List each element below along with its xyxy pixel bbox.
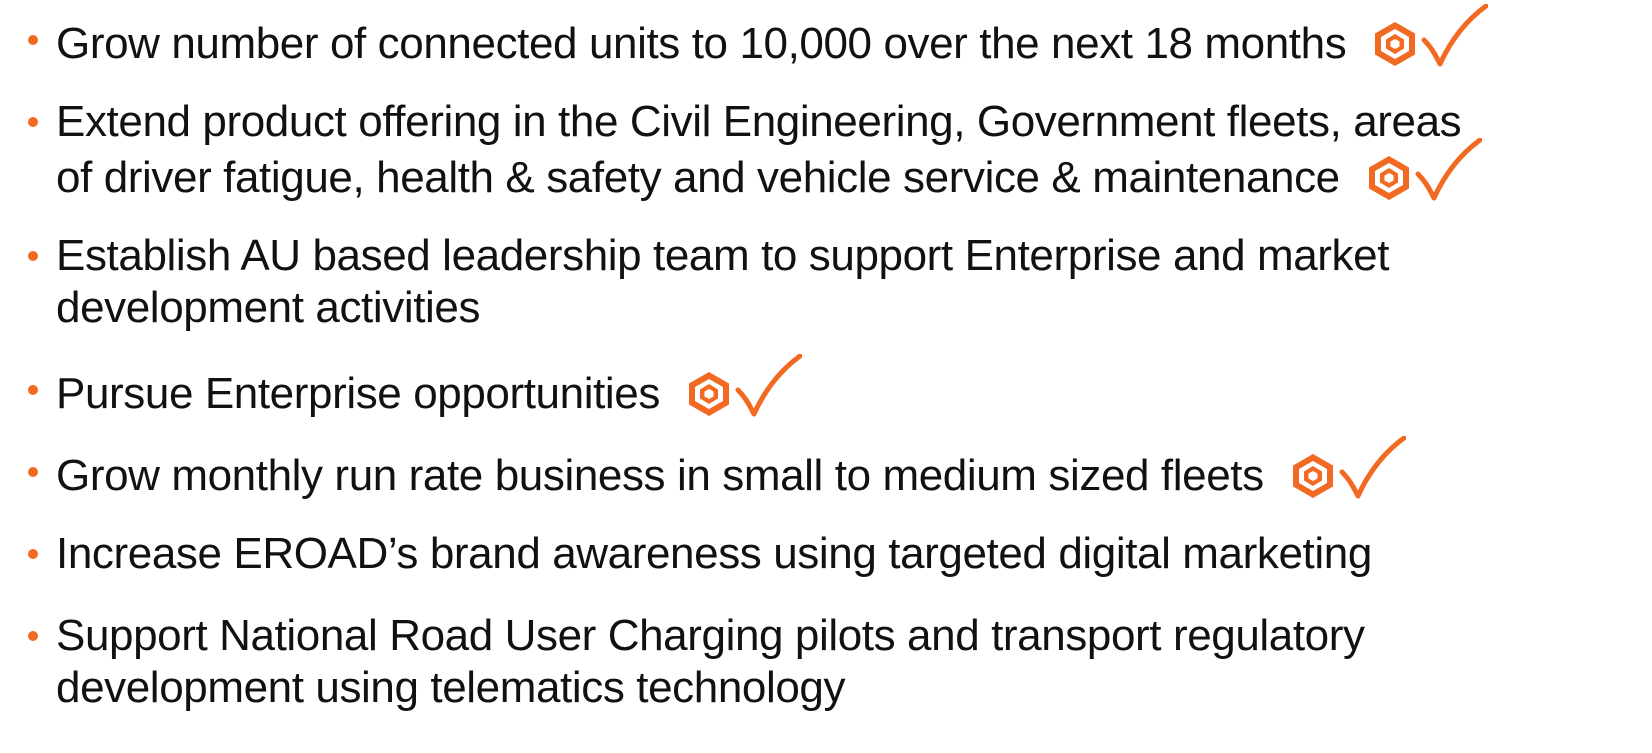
eroad-logo-icon xyxy=(688,372,729,416)
bullet-line: development using telematics technology xyxy=(56,663,846,712)
achieved-mark xyxy=(1290,436,1406,502)
bullet-line: Pursue Enterprise opportunities xyxy=(56,354,802,418)
bullet-dot xyxy=(28,467,38,477)
checkmark-icon xyxy=(1339,436,1406,499)
bullet-line: Grow monthly run rate business in small … xyxy=(56,436,1406,500)
bullet-text: Grow number of connected units to 10,000… xyxy=(56,4,1489,68)
bullet-line: Grow number of connected units to 10,000… xyxy=(56,4,1489,68)
bullet-dot xyxy=(28,35,38,45)
achieved-mark xyxy=(1366,138,1482,204)
bullet-line-text: Grow number of connected units to 10,000… xyxy=(56,19,1347,68)
bullet-text: Grow monthly run rate business in small … xyxy=(56,436,1406,500)
bullet-line-text: Grow monthly run rate business in small … xyxy=(56,451,1264,500)
objectives-bullet-list: Grow number of connected units to 10,000… xyxy=(0,0,1652,753)
bullet-line: of driver fatigue, health & safety and v… xyxy=(56,138,1482,202)
bullet-dot xyxy=(28,631,38,641)
achieved-mark xyxy=(686,354,802,420)
bullet-line: Establish AU based leadership team to su… xyxy=(56,231,1390,280)
bullet-dot xyxy=(28,117,38,127)
checkmark-icon xyxy=(1421,4,1489,67)
eroad-logo-icon xyxy=(1368,156,1409,200)
achieved-mark xyxy=(1372,4,1489,70)
eroad-logo-icon xyxy=(1292,454,1333,498)
bullet-dot xyxy=(28,251,38,261)
bullet-dot xyxy=(28,549,38,559)
checkmark-icon xyxy=(735,354,802,417)
bullet-text: Extend product offering in the Civil Eng… xyxy=(56,96,1482,202)
bullet-line-text: Pursue Enterprise opportunities xyxy=(56,369,660,418)
bullet-line: Extend product offering in the Civil Eng… xyxy=(56,97,1462,146)
bullet-text: Establish AU based leadership team to su… xyxy=(56,230,1389,334)
bullet-text: Pursue Enterprise opportunities xyxy=(56,354,802,418)
eroad-logo-icon xyxy=(1375,22,1416,66)
bullet-dot xyxy=(28,385,38,395)
bullet-line-text: of driver fatigue, health & safety and v… xyxy=(56,153,1340,202)
bullet-text: Increase EROAD’s brand awareness using t… xyxy=(56,528,1372,580)
bullet-text: Support National Road User Charging pilo… xyxy=(56,610,1365,714)
checkmark-icon xyxy=(1415,138,1482,201)
bullet-line: Support National Road User Charging pilo… xyxy=(56,611,1365,660)
bullet-line: development activities xyxy=(56,283,481,332)
bullet-line: Increase EROAD’s brand awareness using t… xyxy=(56,529,1372,578)
